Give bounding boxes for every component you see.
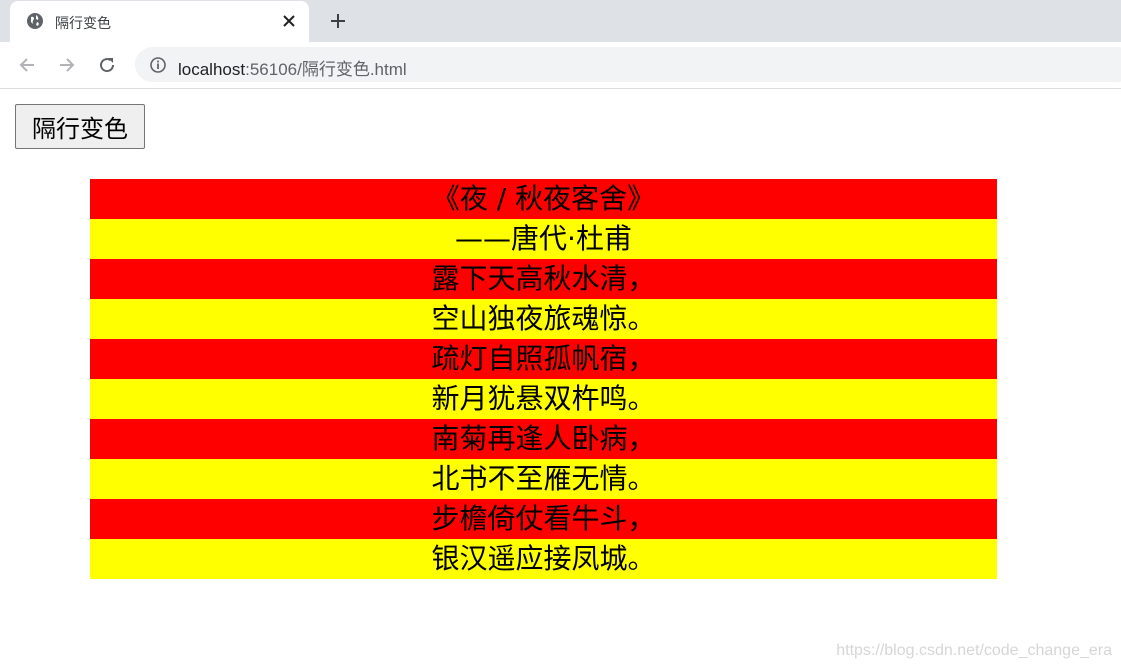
- plus-icon[interactable]: [326, 9, 350, 33]
- url-host: localhost: [178, 60, 246, 79]
- close-icon[interactable]: [280, 12, 298, 30]
- poem-line: 露下天高秋水清，: [90, 259, 997, 299]
- poem-line: 南菊再逢人卧病，: [90, 419, 997, 459]
- info-icon[interactable]: [149, 56, 167, 74]
- tab-strip: 隔行变色: [0, 0, 1121, 42]
- url-text: localhost:56106/隔行变色.html: [178, 55, 407, 80]
- poem-line: 北书不至雁无情。: [90, 459, 997, 499]
- poem-line: 疏灯自照孤帆宿，: [90, 339, 997, 379]
- arrow-right-icon[interactable]: [55, 53, 79, 77]
- poem-list: 《夜 / 秋夜客舍》 ——唐代·杜甫 露下天高秋水清， 空山独夜旅魂惊。 疏灯自照孤帆宿…: [90, 179, 997, 579]
- poem-line: 《夜 / 秋夜客舍》: [90, 179, 997, 219]
- arrow-left-icon[interactable]: [15, 53, 39, 77]
- poem-line: ——唐代·杜甫: [90, 219, 997, 259]
- poem-line: 步檐倚仗看牛斗，: [90, 499, 997, 539]
- poem-line: 空山独夜旅魂惊。: [90, 299, 997, 339]
- browser-toolbar: localhost:56106/隔行变色.html: [0, 42, 1121, 89]
- watermark: https://blog.csdn.net/code_change_era: [836, 642, 1112, 659]
- browser-tab[interactable]: 隔行变色: [10, 1, 309, 42]
- url-path: :56106/隔行变色.html: [245, 60, 407, 79]
- alternate-row-color-button[interactable]: 隔行变色: [15, 104, 145, 149]
- poem-line: 新月犹悬双杵鸣。: [90, 379, 997, 419]
- poem-line: 银汉遥应接凤城。: [90, 539, 997, 579]
- tab-title: 隔行变色: [55, 16, 111, 32]
- globe-icon: [27, 13, 43, 29]
- reload-icon[interactable]: [95, 53, 119, 77]
- address-bar[interactable]: localhost:56106/隔行变色.html: [135, 47, 1121, 82]
